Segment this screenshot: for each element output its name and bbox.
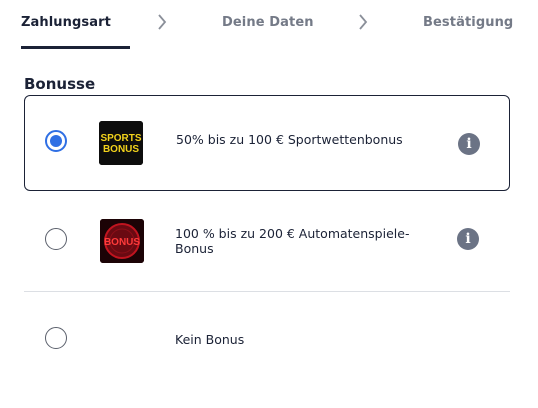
info-icon[interactable]: i	[457, 228, 479, 250]
bonus-option-casino[interactable]: BONUS 100 % bis zu 200 € Automatenspiele…	[24, 200, 510, 280]
radio-button-selected[interactable]	[45, 130, 67, 152]
bonus-option-label: 100 % bis zu 200 € Automatenspiele- Bonu…	[175, 226, 409, 256]
step-zahlungsart[interactable]: Zahlungsart	[21, 15, 111, 30]
section-title: Bonusse	[24, 75, 96, 93]
radio-button[interactable]	[45, 228, 67, 250]
bonus-option-none[interactable]: Kein Bonus	[24, 300, 510, 376]
sports-bonus-logo-icon: SPORTS BONUS	[99, 121, 143, 165]
option-divider	[24, 291, 510, 292]
info-icon[interactable]: i	[458, 133, 480, 155]
bonus-option-label: Kein Bonus	[175, 332, 245, 347]
chevron-right-icon	[359, 14, 368, 30]
step-deine-daten[interactable]: Deine Daten	[222, 15, 314, 30]
active-step-underline	[21, 46, 130, 49]
bonus-option-sports[interactable]: SPORTS BONUS 50% bis zu 100 € Sportwette…	[24, 95, 510, 191]
bonus-option-label-line2: Bonus	[175, 241, 214, 256]
bonus-option-label-line1: 100 % bis zu 200 € Automatenspiele-	[175, 226, 410, 241]
casino-logo-text: BONUS	[104, 237, 140, 248]
bonus-option-label: 50% bis zu 100 € Sportwettenbonus	[176, 132, 403, 147]
step-bestaetigung[interactable]: Bestätigung	[423, 15, 513, 30]
sports-logo-line1: SPORTS	[100, 133, 141, 144]
chevron-right-icon	[158, 14, 167, 30]
radio-button[interactable]	[45, 327, 67, 349]
sports-logo-line2: BONUS	[103, 144, 139, 155]
casino-bonus-logo-icon: BONUS	[100, 219, 144, 263]
checkout-stepper: Zahlungsart Deine Daten Bestätigung	[0, 0, 538, 50]
